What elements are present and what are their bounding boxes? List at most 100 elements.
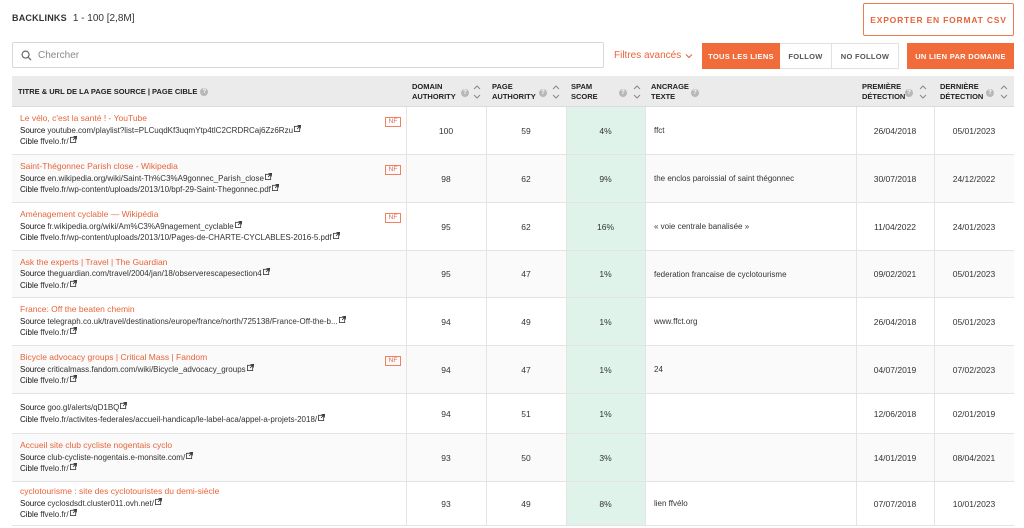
source-url-text: club-cycliste-nogentais.e-monsite.com/ — [47, 452, 186, 462]
external-link-icon[interactable] — [318, 413, 326, 421]
col-divider — [645, 107, 646, 154]
external-link-icon[interactable] — [262, 268, 270, 276]
source-cell: Saint-Thégonnec Parish close - Wikipedia… — [20, 155, 400, 202]
anchor-text-value: ffct — [654, 126, 665, 135]
source-title-link[interactable]: Aménagement cyclable — Wikipédia — [20, 209, 158, 221]
sort-icon[interactable] — [919, 82, 927, 102]
external-link-icon[interactable] — [69, 279, 77, 287]
source-url[interactable]: Source cyclosdsdt.cluster011.ovh.net/ — [20, 497, 162, 510]
target-url[interactable]: Cible ffvelo.fr/ — [20, 463, 77, 475]
table-row: Le vélo, c'est la santé ! - YouTube Sourc… — [12, 107, 1014, 155]
col-divider — [645, 155, 646, 202]
external-link-icon[interactable] — [69, 509, 77, 517]
external-link-icon[interactable] — [234, 220, 242, 228]
external-link-icon[interactable] — [69, 375, 77, 383]
advanced-filters-toggle[interactable]: Filtres avancés — [614, 50, 693, 61]
first-detection-value: 09/02/2021 — [873, 269, 917, 279]
col-last-detection[interactable]: DERNIÈRE DÉTECTION — [940, 76, 990, 107]
external-link-icon[interactable] — [120, 402, 128, 409]
col-domain-authority[interactable]: DOMAIN AUTHORITY — [412, 76, 467, 107]
source-url[interactable]: Source en.wikipedia.org/wiki/Saint-Th%C3%… — [20, 172, 272, 185]
target-url[interactable]: Cible ffvelo.fr/ — [20, 279, 77, 292]
target-url[interactable]: Cible ffvelo.fr/wp-content/uploads/2013/1… — [20, 232, 340, 244]
table-row: Saint-Thégonnec Parish close - Wikipedia… — [12, 155, 1014, 203]
source-title-link[interactable]: France: Off the beaten chemin — [20, 304, 135, 316]
domain-authority-value: 94 — [441, 364, 451, 375]
help-icon[interactable]: ? — [200, 87, 209, 96]
col-spam-score[interactable]: SPAM SCORE — [571, 76, 611, 107]
nofollow-badge: NF — [385, 212, 401, 223]
target-url[interactable]: Cible ffvelo.fr/ — [20, 327, 77, 339]
external-link-icon[interactable] — [186, 451, 194, 459]
search-input[interactable] — [38, 49, 578, 61]
source-title-link[interactable]: cyclotourisme : site des cyclotouristes … — [20, 486, 219, 498]
col-last-line2: DÉTECTION — [940, 91, 984, 101]
external-link-icon[interactable] — [246, 363, 254, 371]
target-url[interactable]: Cible ffvelo.fr/ — [20, 375, 77, 387]
export-csv-button[interactable]: EXPORTER EN FORMAT CSV — [863, 3, 1014, 36]
page-title: BACKLINKS 1 - 100 [2,8M] — [12, 13, 135, 24]
help-icon[interactable]: ? — [905, 89, 913, 97]
sort-icon[interactable] — [473, 82, 481, 102]
search-box[interactable] — [12, 42, 604, 68]
anchor-text-value: www.ffct.org — [654, 317, 698, 326]
source-cell: Bicycle advocacy groups | Critical Mass … — [20, 346, 400, 393]
tab-follow[interactable]: FOLLOW — [780, 43, 832, 69]
external-link-icon[interactable] — [271, 184, 279, 192]
spam-score-value: 1% — [599, 269, 612, 279]
search-icon — [21, 50, 32, 61]
help-icon[interactable]: ? — [619, 89, 627, 97]
source-title-link[interactable]: Le vélo, c'est la santé ! - YouTube — [20, 113, 147, 125]
tab-nofollow[interactable]: NO FOLLOW — [832, 43, 899, 69]
external-link-icon[interactable] — [69, 136, 77, 144]
tab-all-links[interactable]: TOUS LES LIENS — [702, 43, 780, 69]
source-url[interactable]: Source fr.wikipedia.org/wiki/Am%C3%A9nage… — [20, 220, 242, 233]
col-divider — [645, 298, 646, 345]
page-authority-value: 49 — [521, 498, 531, 509]
external-link-icon[interactable] — [332, 232, 340, 240]
source-url[interactable]: Source youtube.com/playlist?list=PLCuqdKf… — [20, 124, 301, 137]
target-url-text: ffvelo.fr/wp-content/uploads/2013/10/Pag… — [40, 233, 332, 243]
help-icon[interactable]: ? — [986, 89, 994, 97]
source-url[interactable]: Source goo.gl/alerts/qD1BQ — [20, 402, 128, 414]
external-link-icon[interactable] — [264, 172, 272, 180]
target-url[interactable]: Cible ffvelo.fr/ — [20, 136, 77, 148]
page-authority-value: 50 — [521, 452, 531, 463]
nofollow-badge: NF — [385, 116, 401, 127]
external-link-icon[interactable] — [154, 497, 162, 505]
source-url[interactable]: Source club-cycliste-nogentais.e-monsite.… — [20, 451, 194, 464]
domain-authority-value: 94 — [441, 408, 451, 419]
first-detection-value: 07/07/2018 — [873, 498, 917, 509]
external-link-icon[interactable] — [69, 327, 77, 335]
target-url[interactable]: Cible ffvelo.fr/ — [20, 509, 77, 521]
help-icon[interactable]: ? — [461, 89, 469, 97]
help-icon[interactable]: ? — [539, 89, 547, 97]
last-detection-value: 05/01/2023 — [952, 125, 996, 136]
anchor-text-value — [654, 434, 854, 481]
source-title-link[interactable]: Accueil site club cycliste nogentais cyc… — [20, 440, 172, 452]
source-cell: Le vélo, c'est la santé ! - YouTube Sourc… — [20, 107, 400, 154]
col-first-line2: DÉTECTION — [862, 91, 906, 101]
anchor-text-value: 24 — [654, 365, 663, 374]
source-title-link[interactable]: Bicycle advocacy groups | Critical Mass … — [20, 352, 207, 364]
page-authority-value: 47 — [521, 364, 531, 375]
external-link-icon[interactable] — [338, 315, 346, 323]
chevron-down-icon — [685, 53, 693, 58]
target-url[interactable]: Cible ffvelo.fr/activites-federales/accue… — [20, 413, 326, 426]
source-url[interactable]: Source theguardian.com/travel/2004/jan/18… — [20, 268, 270, 280]
source-url[interactable]: Source criticalmass.fandom.com/wiki/Bicyc… — [20, 363, 254, 376]
external-link-icon[interactable] — [294, 124, 301, 132]
target-url[interactable]: Cible ffvelo.fr/wp-content/uploads/2013/1… — [20, 184, 279, 196]
source-url-text: fr.wikipedia.org/wiki/Am%C3%A9nagement_c… — [47, 221, 234, 231]
source-title-link[interactable]: Ask the experts | Travel | The Guardian — [20, 257, 167, 269]
col-divider — [645, 482, 646, 525]
sort-icon[interactable] — [633, 82, 641, 102]
one-link-per-domain-button[interactable]: UN LIEN PAR DOMAINE — [907, 43, 1014, 69]
source-title-link[interactable]: Saint-Thégonnec Parish close - Wikipedia — [20, 161, 178, 173]
source-url[interactable]: Source telegraph.co.uk/travel/destination… — [20, 315, 346, 328]
sort-icon[interactable] — [1000, 82, 1008, 102]
help-icon[interactable]: ? — [691, 89, 699, 97]
external-link-icon[interactable] — [69, 463, 77, 471]
col-da-line2: AUTHORITY — [412, 91, 456, 101]
sort-icon[interactable] — [552, 82, 560, 102]
